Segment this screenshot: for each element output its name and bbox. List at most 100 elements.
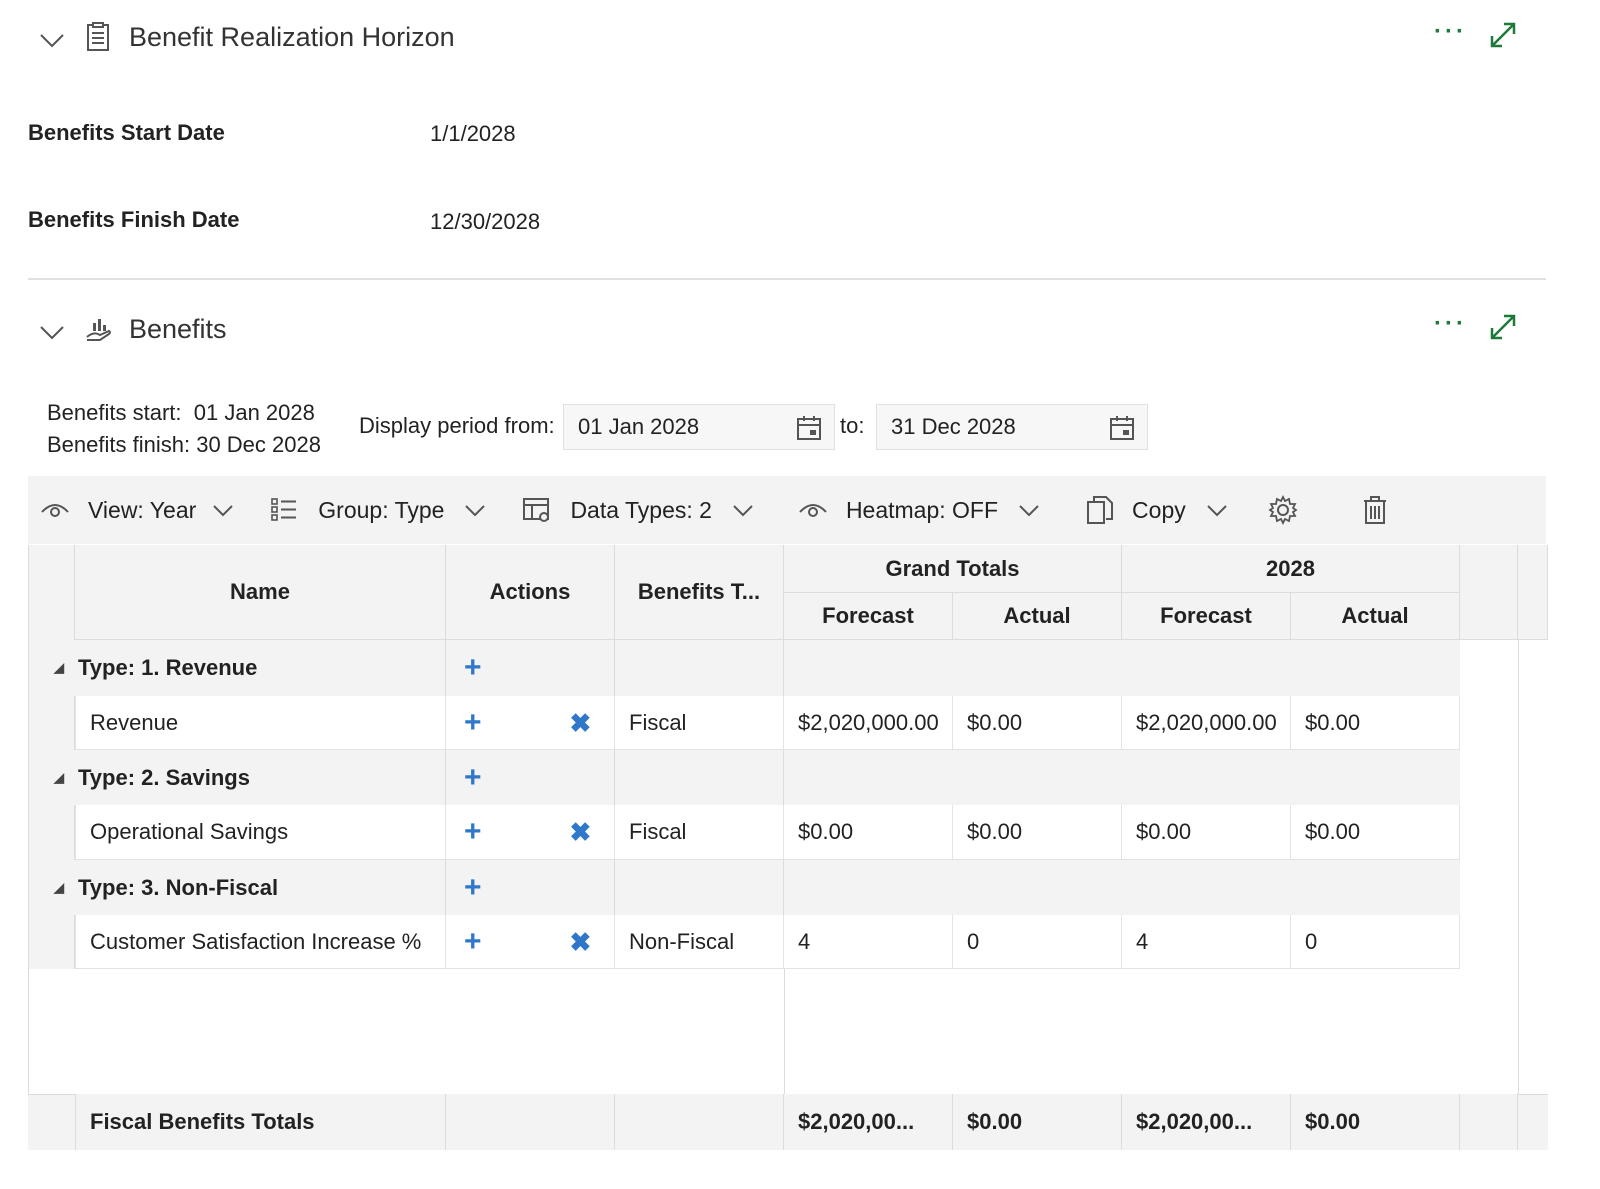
group-dropdown[interactable]: Group: Type: [270, 476, 486, 544]
heatmap-dropdown[interactable]: Heatmap: OFF: [798, 476, 1040, 544]
col-header-y-forecast[interactable]: Forecast: [1122, 593, 1291, 640]
col-header-year: 2028: [1122, 545, 1460, 593]
expand-icon[interactable]: [1488, 20, 1518, 50]
group-type-cell: [615, 860, 784, 915]
eye-icon: [799, 504, 827, 517]
group-list-icon: [271, 498, 297, 521]
field-value-start[interactable]: 1/1/2028: [430, 121, 516, 147]
add-icon[interactable]: +: [464, 762, 482, 793]
row-gt-forecast[interactable]: $0.00: [784, 805, 953, 860]
field-label-start: Benefits Start Date: [28, 120, 225, 145]
chevron-down-icon: [1019, 505, 1039, 517]
period-to-label: to:: [840, 413, 865, 438]
chevron-down-icon[interactable]: [38, 26, 66, 54]
row-y-actual[interactable]: 0: [1291, 915, 1460, 969]
add-icon[interactable]: +: [464, 707, 482, 738]
row-benefits-type[interactable]: Non-Fiscal: [615, 915, 784, 969]
period-from-value: 01 Jan 2028: [578, 414, 700, 439]
benefits-grid: Name Actions Benefits T... Grand Totals …: [28, 545, 1548, 1150]
grid-border-left: [28, 545, 29, 1150]
totals-type: [615, 1094, 784, 1150]
calendar-icon[interactable]: [1109, 415, 1135, 441]
group-row[interactable]: ◢ Type: 2. Savings: [28, 750, 446, 805]
row-benefits-type[interactable]: Fiscal: [615, 805, 784, 860]
collapse-icon[interactable]: ◢: [54, 880, 78, 896]
col-header-name[interactable]: Name: [75, 545, 446, 640]
col-header-y-actual[interactable]: Actual: [1291, 593, 1460, 640]
group-row[interactable]: ◢ Type: 3. Non-Fiscal: [28, 860, 446, 915]
row-gt-forecast[interactable]: $2,020,000.00: [784, 696, 953, 750]
period-from-input[interactable]: 01 Jan 2028: [563, 404, 835, 450]
chevron-down-icon: [213, 505, 233, 517]
row-y-actual[interactable]: $0.00: [1291, 696, 1460, 750]
group-label: Type: 3. Non-Fiscal: [78, 874, 279, 900]
group-label: Type: 1. Revenue: [78, 655, 258, 680]
benefits-icon: [86, 319, 111, 341]
collapse-icon[interactable]: ◢: [54, 660, 78, 676]
display-period-label: Display period from:: [359, 413, 555, 438]
row-name[interactable]: Revenue: [75, 696, 446, 750]
gear-icon[interactable]: [1268, 495, 1298, 525]
row-y-forecast[interactable]: 4: [1122, 915, 1291, 969]
row-gt-actual[interactable]: $0.00: [953, 696, 1122, 750]
start-label: Benefits start:: [47, 400, 182, 425]
calendar-icon[interactable]: [796, 415, 822, 441]
col-header-gt-forecast[interactable]: Forecast: [784, 593, 953, 640]
table-settings-icon: [523, 498, 550, 522]
group-values-cell: [784, 860, 1460, 915]
document-icon: [87, 22, 109, 51]
chevron-down-icon[interactable]: [38, 318, 66, 346]
totals-label: Fiscal Benefits Totals: [75, 1094, 446, 1150]
data-types-dropdown[interactable]: Data Types: 2: [522, 476, 754, 544]
copy-label: Copy: [1132, 496, 1186, 523]
delete-icon[interactable]: ✖: [570, 929, 592, 955]
totals-y-actual: $0.00: [1291, 1094, 1460, 1150]
totals-filler: [1460, 1094, 1518, 1150]
row-actions: + ✖: [446, 915, 615, 969]
row-gt-actual[interactable]: $0.00: [953, 805, 1122, 860]
pane-divider: [784, 969, 785, 1094]
chevron-down-icon: [465, 505, 486, 517]
group-row[interactable]: ◢ Type: 1. Revenue: [28, 640, 446, 696]
group-type-cell: [615, 640, 784, 696]
benefits-dates-info: Benefits start: 01 Jan 2028 Benefits fin…: [47, 397, 321, 461]
chevron-down-icon: [1207, 505, 1227, 517]
row-gt-actual[interactable]: 0: [953, 915, 1122, 969]
totals-gt-forecast: $2,020,00...: [784, 1094, 953, 1150]
expand-icon[interactable]: [1488, 312, 1518, 342]
chevron-down-icon: [733, 505, 753, 517]
trash-icon[interactable]: [1362, 495, 1388, 525]
copy-icon: [1087, 496, 1114, 524]
add-icon[interactable]: +: [464, 653, 482, 683]
row-y-forecast[interactable]: $0.00: [1122, 805, 1291, 860]
row-benefits-type[interactable]: Fiscal: [615, 696, 784, 750]
col-header-benefits-type[interactable]: Benefits T...: [615, 545, 784, 640]
col-header-actions[interactable]: Actions: [446, 545, 615, 640]
heatmap-label: Heatmap: OFF: [845, 496, 999, 523]
add-icon[interactable]: +: [464, 926, 482, 957]
delete-icon[interactable]: ✖: [570, 819, 592, 845]
row-name[interactable]: Operational Savings: [75, 805, 446, 860]
row-y-forecast[interactable]: $2,020,000.00: [1122, 696, 1291, 750]
row-gt-forecast[interactable]: 4: [784, 915, 953, 969]
col-header-gt-actual[interactable]: Actual: [953, 593, 1122, 640]
col-header-scroll: [1518, 545, 1548, 640]
field-value-finish[interactable]: 12/30/2028: [430, 209, 540, 235]
more-options-icon[interactable]: ···: [1434, 18, 1467, 46]
add-icon[interactable]: +: [464, 872, 482, 903]
view-dropdown[interactable]: View: Year: [40, 476, 234, 544]
row-y-actual[interactable]: $0.00: [1291, 805, 1460, 860]
collapse-icon[interactable]: ◢: [54, 770, 78, 786]
eye-icon: [41, 504, 69, 517]
section-title-benefits: Benefits: [129, 314, 227, 344]
group-values-cell: [784, 750, 1460, 805]
add-icon[interactable]: +: [464, 817, 482, 847]
period-to-input[interactable]: 31 Dec 2028: [876, 404, 1148, 450]
row-name[interactable]: Customer Satisfaction Increase %: [75, 915, 446, 969]
delete-icon[interactable]: ✖: [570, 710, 592, 736]
totals-actions: [446, 1094, 615, 1150]
totals-gt-actual: $0.00: [953, 1094, 1122, 1150]
field-label-finish: Benefits Finish Date: [28, 207, 240, 232]
copy-dropdown[interactable]: Copy: [1086, 476, 1228, 544]
more-options-icon[interactable]: ···: [1434, 310, 1467, 338]
